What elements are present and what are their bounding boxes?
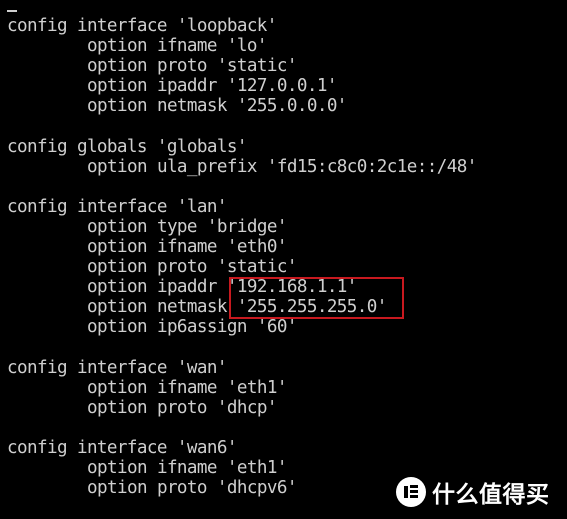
option-line: option proto 'dhcp' — [87, 398, 277, 418]
config-loopback-line: config interface 'loopback' — [7, 16, 277, 36]
option-line: option ip6assign '60' — [87, 317, 297, 337]
option-line: option ifname 'lo' — [87, 36, 267, 56]
option-line: option ula_prefix 'fd15:c8c0:2c1e::/48' — [87, 157, 477, 177]
option-line: option ifname 'eth0' — [87, 237, 287, 257]
watermark: 什么值得买 — [396, 474, 550, 510]
option-line: option ifname 'eth1' — [87, 378, 287, 398]
logo-glyph — [404, 485, 418, 498]
option-line: option proto 'static' — [87, 56, 297, 76]
option-line: option netmask '255.0.0.0' — [87, 96, 347, 116]
option-line: option proto 'static' — [87, 257, 297, 277]
option-line: option type 'bridge' — [87, 217, 287, 237]
option-line: option ipaddr '127.0.0.1' — [87, 76, 337, 96]
smzdm-logo-icon — [396, 477, 426, 507]
config-wan-line: config interface 'wan' — [7, 358, 227, 378]
config-globals-line: config globals 'globals' — [7, 137, 247, 157]
config-lan-line: config interface 'lan' — [7, 197, 227, 217]
option-line: option ifname 'eth1' — [87, 458, 287, 478]
watermark-text: 什么值得买 — [432, 482, 550, 508]
text-cursor — [7, 10, 17, 12]
terminal-screen[interactable]: config interface 'loopback' option ifnam… — [0, 0, 567, 519]
option-line: option proto 'dhcpv6' — [87, 478, 297, 498]
highlight-box — [229, 277, 404, 319]
config-wan6-line: config interface 'wan6' — [7, 438, 237, 458]
